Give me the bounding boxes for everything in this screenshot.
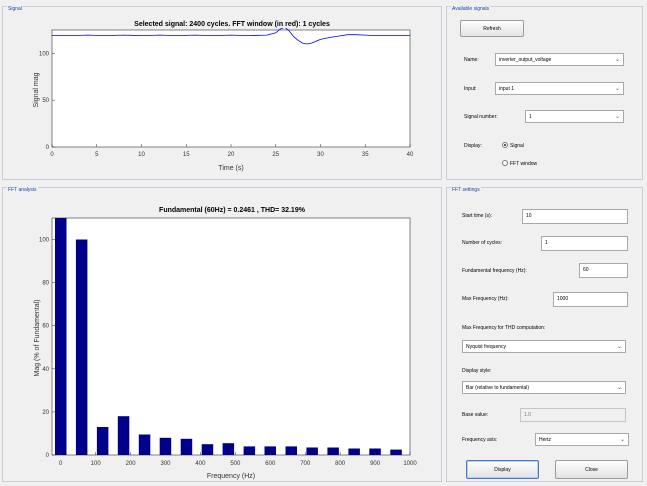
fft-bar bbox=[138, 434, 151, 455]
fft-x-tick-label: 900 bbox=[370, 461, 381, 467]
signal-xlabel: Time (s) bbox=[218, 165, 243, 172]
name-select-value: inverter_output_voltage bbox=[499, 57, 552, 63]
display-style-label: Display style: bbox=[462, 368, 492, 374]
fft-bar bbox=[222, 443, 235, 455]
fft-plot-title: Fundamental (60Hz) = 0.2461 , THD= 32.19… bbox=[159, 207, 305, 214]
fft-bar bbox=[285, 446, 297, 455]
base-value-input: 1.0 bbox=[520, 408, 626, 422]
fund-freq-label: Fundamental frequency (Hz): bbox=[462, 268, 527, 274]
fft-y-tick-label: 0 bbox=[46, 453, 50, 459]
chevron-down-icon: ⌄ bbox=[614, 57, 620, 63]
signal-x-tick-label: 15 bbox=[183, 152, 190, 158]
fft-bar bbox=[243, 446, 256, 455]
base-value-label: Base value: bbox=[462, 412, 489, 418]
chevron-down-icon: ⌄ bbox=[614, 114, 620, 120]
start-time-label: Start time (s): bbox=[462, 213, 493, 219]
signal-panel-title: Signal bbox=[7, 6, 23, 12]
name-label: Name: bbox=[464, 57, 479, 63]
fft-x-tick-label: 0 bbox=[59, 461, 63, 467]
signal-plot-area bbox=[51, 29, 411, 148]
fft-x-tick-label: 500 bbox=[230, 461, 241, 467]
close-button[interactable]: Close bbox=[555, 460, 628, 479]
fft-bar bbox=[306, 447, 318, 455]
signal-number-select[interactable]: 1 ⌄ bbox=[525, 110, 624, 123]
signal-radio[interactable] bbox=[502, 142, 508, 148]
signal-x-tick-label: 30 bbox=[317, 152, 324, 158]
fft-y-tick-label: 20 bbox=[42, 410, 49, 416]
start-time-input[interactable]: 10 bbox=[522, 209, 628, 224]
fft-bar bbox=[390, 449, 402, 455]
signal-x-tick-label: 10 bbox=[138, 152, 145, 158]
signal-x-tick-label: 20 bbox=[228, 152, 235, 158]
fft-y-tick-label: 60 bbox=[42, 324, 49, 330]
chevron-down-icon: ⌄ bbox=[614, 86, 620, 92]
fft-y-tick-label: 100 bbox=[39, 238, 50, 244]
fft-plot: 0 20 40 60 80 100 0 100 200 300 400 500 600 700 800 90… bbox=[34, 217, 417, 480]
fft-window-radio-label: FFT window bbox=[510, 161, 538, 167]
fft-bar bbox=[96, 427, 109, 455]
fft-window-radio[interactable] bbox=[502, 160, 508, 166]
display-style-select[interactable]: Bar (relative to fundamental) ⌄ bbox=[462, 381, 626, 394]
fft-bar bbox=[201, 444, 214, 455]
max-freq-thd-value: Nyquist frequency bbox=[466, 344, 507, 350]
fft-bar bbox=[75, 239, 88, 455]
max-freq-thd-label: Max Frequency for THD computation: bbox=[462, 325, 546, 331]
signal-plot-title: Selected signal: 2400 cycles. FFT window… bbox=[134, 21, 330, 28]
fft-x-tick-label: 800 bbox=[335, 461, 346, 467]
chevron-down-icon: ⌄ bbox=[616, 344, 622, 350]
fund-freq-input[interactable]: 60 bbox=[579, 263, 628, 278]
display-style-value: Bar (relative to fundamental) bbox=[466, 385, 530, 391]
fft-x-tick-label: 400 bbox=[195, 461, 206, 467]
display-button[interactable]: Display bbox=[466, 460, 539, 479]
freq-axis-value: Hertz bbox=[539, 437, 551, 443]
fft-ylabel: Mag (% of Fundamental) bbox=[34, 299, 41, 376]
fft-plot-area bbox=[51, 217, 411, 456]
signal-x-tick-label: 0 bbox=[50, 152, 54, 158]
max-freq-input[interactable]: 1000 bbox=[553, 292, 628, 307]
fft-x-tick-label: 600 bbox=[265, 461, 276, 467]
input-select-value: input 1 bbox=[499, 86, 515, 92]
freq-axis-label: Frequency axis: bbox=[462, 437, 498, 443]
signal-x-tick-label: 35 bbox=[362, 152, 369, 158]
signal-radio-label: Signal bbox=[510, 143, 524, 149]
display-label: Display: bbox=[464, 143, 482, 149]
signal-y-tick-label: 0 bbox=[46, 145, 50, 151]
fft-y-tick-label: 40 bbox=[42, 367, 49, 373]
signal-plot: 0 50 100 0 5 10 15 20 25 30 35 40 Signal mag Time … bbox=[33, 28, 414, 172]
input-label: Input: bbox=[464, 86, 477, 92]
signal-number-value: 1 bbox=[529, 114, 532, 120]
chevron-down-icon: ⌄ bbox=[616, 385, 622, 391]
fft-x-tick-label: 300 bbox=[161, 461, 172, 467]
num-cycles-label: Number of cycles: bbox=[462, 240, 503, 246]
fft-y-tick-label: 80 bbox=[42, 281, 49, 287]
max-freq-thd-select[interactable]: Nyquist frequency ⌄ bbox=[462, 340, 626, 353]
fft-x-tick-label: 1000 bbox=[403, 461, 417, 467]
fft-analysis-title: FFT analysis bbox=[7, 187, 38, 193]
fft-xlabel: Frequency (Hz) bbox=[207, 473, 255, 480]
signal-y-tick-label: 50 bbox=[42, 98, 49, 104]
fft-x-tick-label: 700 bbox=[300, 461, 311, 467]
fft-bar bbox=[117, 416, 130, 455]
signal-x-tick-label: 25 bbox=[272, 152, 279, 158]
freq-axis-select[interactable]: Hertz ⌄ bbox=[535, 433, 629, 446]
fft-bar bbox=[327, 447, 339, 455]
fft-x-tick-label: 100 bbox=[91, 461, 102, 467]
available-signals-title: Available signals bbox=[451, 6, 491, 12]
fft-bar bbox=[180, 438, 193, 455]
fft-bar bbox=[55, 218, 67, 455]
max-freq-label: Max Frequency (Hz): bbox=[462, 296, 509, 302]
fft-bar bbox=[348, 448, 360, 455]
signal-x-tick-label: 5 bbox=[95, 152, 99, 158]
signal-y-tick-label: 100 bbox=[39, 51, 50, 57]
signal-x-tick-label: 40 bbox=[407, 152, 414, 158]
name-select[interactable]: inverter_output_voltage ⌄ bbox=[495, 53, 624, 66]
fft-settings-title: FFT settings bbox=[451, 187, 481, 193]
num-cycles-input[interactable]: 1 bbox=[541, 236, 628, 251]
signal-number-label: Signal number: bbox=[464, 114, 498, 120]
input-select[interactable]: input 1 ⌄ bbox=[495, 82, 624, 95]
signal-ylabel: Signal mag bbox=[33, 72, 40, 107]
fft-x-tick-label: 200 bbox=[126, 461, 137, 467]
refresh-button[interactable]: Refresh bbox=[460, 20, 524, 37]
chevron-down-icon: ⌄ bbox=[619, 437, 625, 443]
